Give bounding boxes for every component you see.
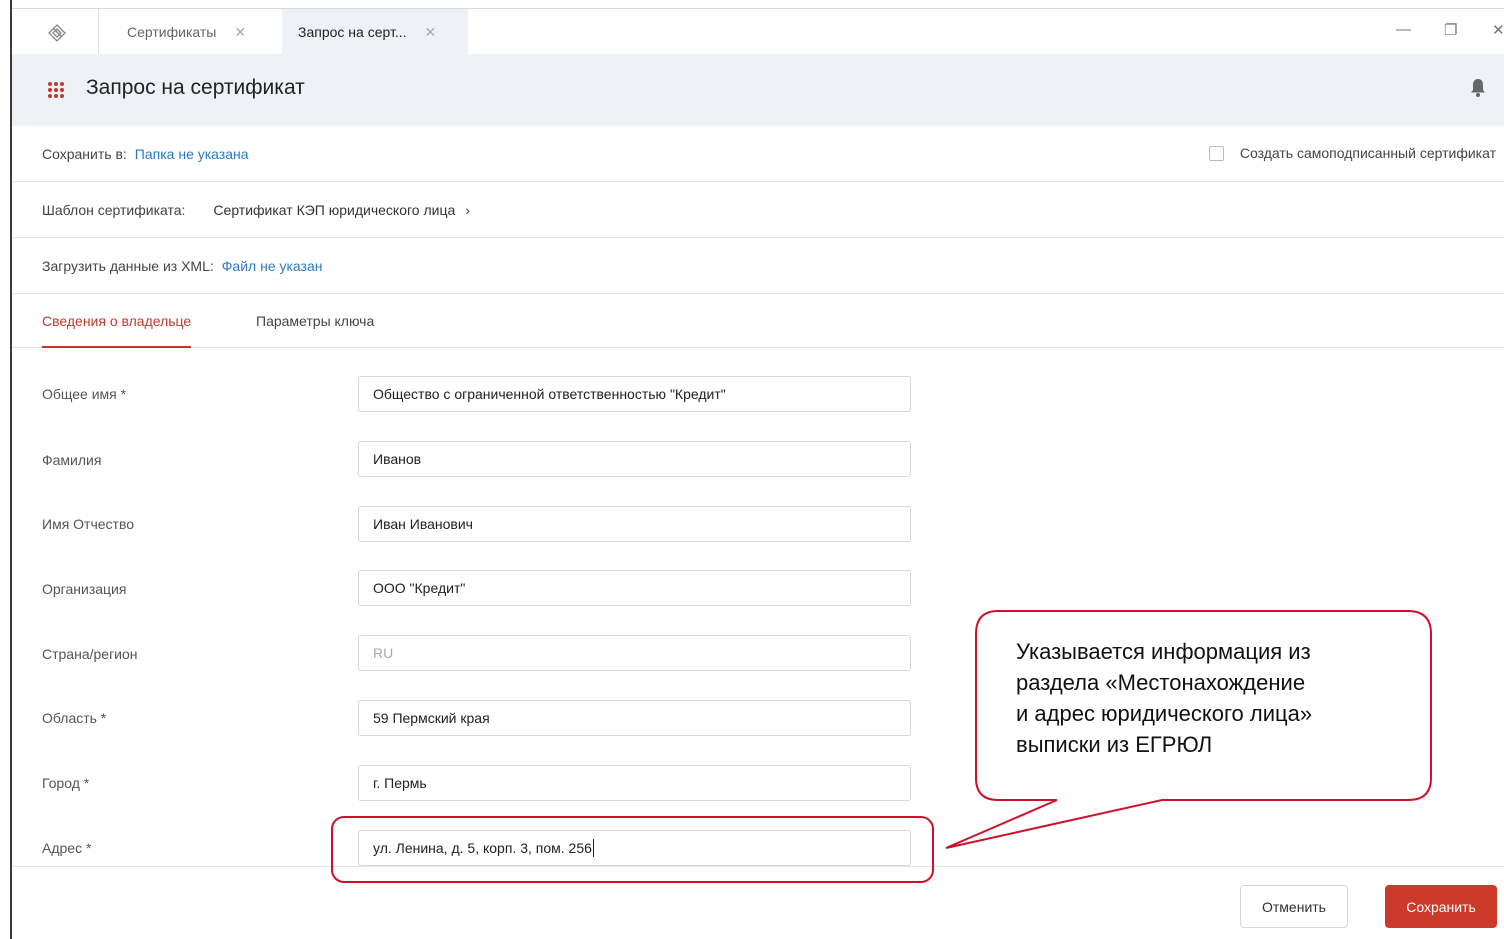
save-location-row: Сохранить в: Папка не указана Создать са… bbox=[12, 126, 1504, 182]
inner-tabs: Сведения о владельце Параметры ключа bbox=[12, 294, 1504, 348]
self-signed-checkbox[interactable] bbox=[1208, 145, 1224, 161]
apps-grid-icon[interactable] bbox=[48, 82, 64, 98]
save-location-label: Сохранить в: bbox=[42, 145, 127, 162]
close-window-icon[interactable]: ✕ bbox=[1492, 21, 1504, 39]
city-input[interactable]: г. Пермь bbox=[358, 765, 911, 801]
app-window: Сертификаты ✕ Запрос на серт... ✕ — ❐ ✕ … bbox=[0, 0, 1504, 939]
restore-icon[interactable]: ❐ bbox=[1444, 21, 1457, 39]
input-value: ООО "Кредит" bbox=[373, 580, 466, 596]
input-value: Иванов bbox=[373, 451, 422, 467]
close-icon[interactable]: ✕ bbox=[234, 24, 246, 41]
footer-divider bbox=[12, 866, 1504, 867]
save-button[interactable]: Сохранить bbox=[1385, 885, 1497, 928]
surname-input[interactable]: Иванов bbox=[358, 441, 911, 477]
xml-row: Загрузить данные из XML: Файл не указан bbox=[12, 238, 1504, 294]
minimize-icon[interactable]: — bbox=[1396, 21, 1411, 38]
input-value: 59 Пермский края bbox=[373, 710, 490, 726]
annotation-text: Указывается информация из раздела «Место… bbox=[1016, 639, 1313, 757]
page-header: Запрос на сертификат bbox=[12, 54, 1504, 126]
input-value: ул. Ленина, д. 5, корп. 3, пом. 256 bbox=[373, 840, 592, 856]
tab-label: Запрос на серт... bbox=[298, 24, 407, 40]
save-location-link[interactable]: Папка не указана bbox=[135, 146, 249, 162]
chevron-right-icon[interactable]: › bbox=[465, 202, 470, 218]
input-value: Общество с ограниченной ответственностью… bbox=[373, 386, 726, 402]
self-signed-option[interactable]: Создать самоподписанный сертификат bbox=[1208, 145, 1496, 161]
region-input[interactable]: 59 Пермский края bbox=[358, 700, 911, 736]
tab-owner-info[interactable]: Сведения о владельце bbox=[42, 294, 192, 348]
name-patronymic-input[interactable]: Иван Иванович bbox=[358, 506, 911, 542]
xml-file-link[interactable]: Файл не указан bbox=[222, 258, 323, 274]
template-value[interactable]: Сертификат КЭП юридического лица bbox=[213, 202, 455, 218]
field-label-common-name: Общее имя * bbox=[42, 386, 127, 402]
xml-label: Загрузить данные из XML: bbox=[42, 257, 214, 274]
text-caret bbox=[592, 839, 594, 857]
tab-bar: Сертификаты ✕ Запрос на серт... ✕ — ❐ ✕ bbox=[12, 8, 1504, 55]
template-label: Шаблон сертификата: bbox=[42, 201, 186, 218]
field-label-region: Область * bbox=[42, 710, 107, 726]
field-label-country: Страна/регион bbox=[42, 646, 138, 662]
self-signed-label: Создать самоподписанный сертификат bbox=[1239, 145, 1496, 161]
input-value: Иван Иванович bbox=[373, 516, 473, 532]
page-title: Запрос на сертификат bbox=[86, 76, 305, 99]
cancel-button[interactable]: Отменить bbox=[1240, 885, 1348, 928]
field-label-city: Город * bbox=[42, 775, 90, 791]
tab-label: Сертификаты bbox=[127, 24, 217, 40]
tab-certificate-request[interactable]: Запрос на серт... ✕ bbox=[282, 9, 468, 55]
tab-certificates[interactable]: Сертификаты ✕ bbox=[98, 9, 282, 55]
field-label-address: Адрес * bbox=[42, 840, 92, 856]
bell-icon[interactable] bbox=[1470, 78, 1486, 98]
field-label-surname: Фамилия bbox=[42, 452, 102, 468]
app-logo-icon[interactable] bbox=[46, 23, 68, 45]
tab-key-params[interactable]: Параметры ключа bbox=[256, 294, 374, 348]
field-label-organization: Организация bbox=[42, 581, 127, 597]
common-name-input[interactable]: Общество с ограниченной ответственностью… bbox=[358, 376, 911, 412]
organization-input[interactable]: ООО "Кредит" bbox=[358, 570, 911, 606]
address-input[interactable]: ул. Ленина, д. 5, корп. 3, пом. 256 bbox=[358, 830, 911, 866]
input-value: RU bbox=[373, 645, 394, 661]
input-value: г. Пермь bbox=[373, 775, 427, 791]
country-input: RU bbox=[358, 635, 911, 671]
template-row: Шаблон сертификата: Сертификат КЭП юриди… bbox=[12, 182, 1504, 238]
field-label-name-patronymic: Имя Отчество bbox=[42, 516, 135, 532]
close-icon[interactable]: ✕ bbox=[425, 24, 437, 41]
